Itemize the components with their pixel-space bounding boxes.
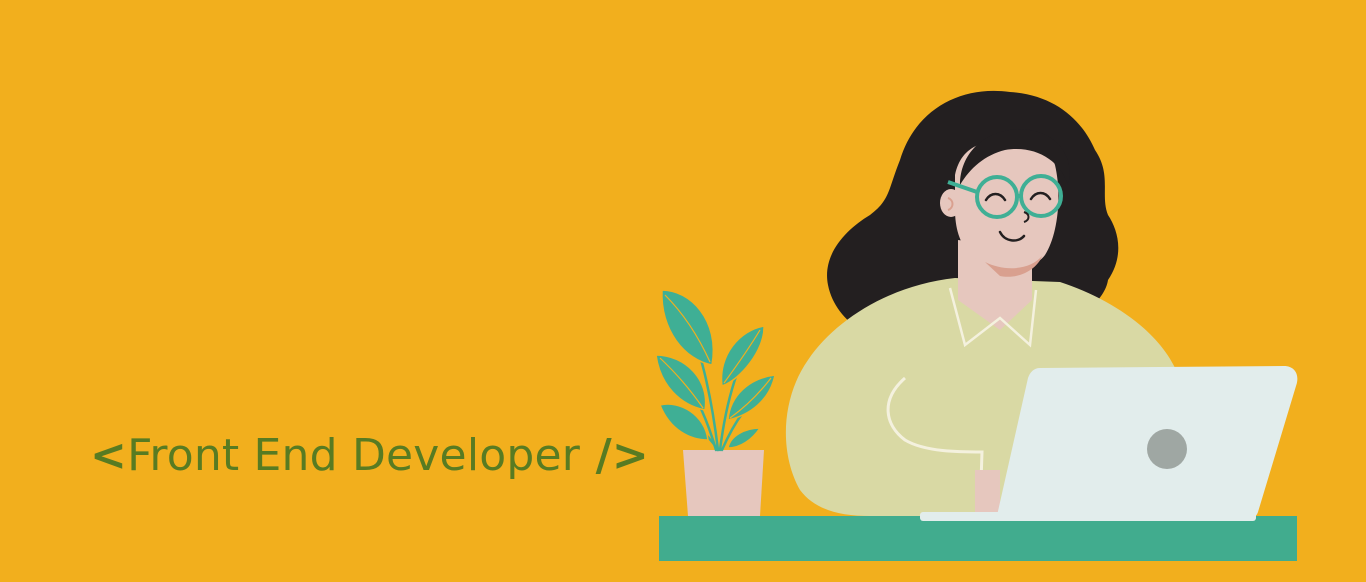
ear [940,189,962,217]
plant-icon [655,289,776,516]
laptop-logo [1147,429,1187,469]
hand [975,470,1000,512]
hero-banner: <Front End Developer /> [0,0,1366,582]
desk [659,516,1297,561]
developer-illustration [655,90,1298,561]
plant-pot [683,450,764,516]
